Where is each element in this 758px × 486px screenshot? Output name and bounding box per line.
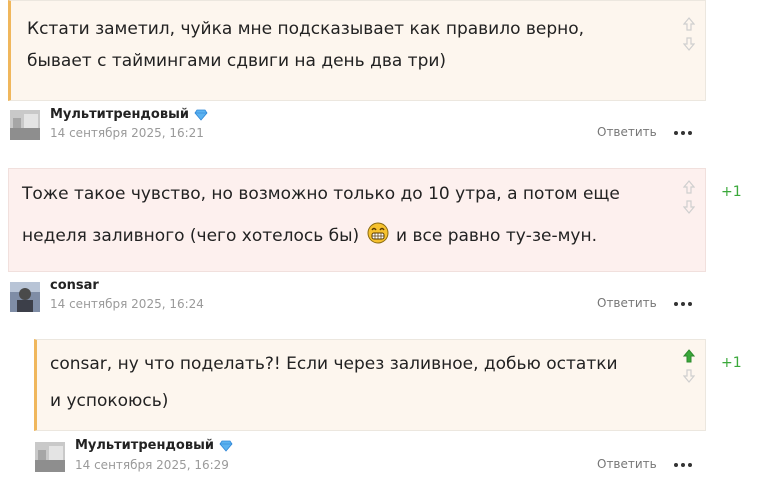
comment-text: consar, ну что поделать?! Если через зал…: [50, 348, 618, 417]
timestamp: 14 сентября 2025, 16:21: [50, 126, 204, 140]
upvote-arrow-icon[interactable]: [683, 349, 695, 363]
diamond-icon: [219, 440, 233, 452]
comment-text-line: Тоже такое чувство, но возможно только д…: [22, 184, 620, 204]
more-options-icon[interactable]: [674, 462, 692, 468]
comment-text-line: и успокоюсь): [50, 391, 169, 411]
upvote-arrow-icon[interactable]: [683, 17, 695, 31]
vote-controls: [681, 349, 697, 389]
comment-thread: Кстати заметил, чуйка мне подсказывает к…: [0, 0, 758, 486]
diamond-icon: [194, 109, 208, 121]
downvote-arrow-icon[interactable]: [683, 369, 695, 383]
avatar[interactable]: [10, 282, 40, 312]
comment-body: consar, ну что поделать?! Если через зал…: [34, 339, 706, 431]
score-badge: +1: [721, 355, 742, 371]
comment-text: Тоже такое чувство, но возможно только д…: [22, 178, 620, 252]
author-name[interactable]: consar: [50, 278, 99, 293]
comment-body: Кстати заметил, чуйка мне подсказывает к…: [8, 0, 706, 101]
timestamp: 14 сентября 2025, 16:24: [50, 297, 204, 311]
more-options-icon[interactable]: [674, 130, 692, 136]
grinning-smiley-icon: [367, 222, 389, 244]
comment-text-line: бывает с таймингами сдвиги на день два т…: [27, 51, 447, 71]
reply-link[interactable]: Ответить: [597, 457, 657, 471]
downvote-arrow-icon[interactable]: [683, 200, 695, 214]
author-name-text: consar: [50, 278, 99, 293]
comment-text-line: consar, ну что поделать?! Если через зал…: [50, 354, 618, 374]
avatar[interactable]: [35, 442, 65, 472]
comment-text-line: Кстати заметил, чуйка мне подсказывает к…: [27, 19, 585, 39]
comment-text: Кстати заметил, чуйка мне подсказывает к…: [27, 13, 584, 77]
timestamp: 14 сентября 2025, 16:29: [75, 458, 229, 472]
reply-link[interactable]: Ответить: [597, 296, 657, 310]
avatar[interactable]: [10, 110, 40, 140]
upvote-arrow-icon[interactable]: [683, 180, 695, 194]
comment-body: Тоже такое чувство, но возможно только д…: [8, 168, 706, 272]
author-name-text: Мультитрендовый: [75, 438, 214, 453]
score-badge: +1: [721, 184, 742, 200]
comment-text-fragment: и все равно ту-зе-мун.: [396, 226, 597, 246]
comment-text-line: неделя заливного (чего хотелось бы) и вс…: [22, 220, 620, 252]
author-name[interactable]: Мультитрендовый: [75, 438, 233, 453]
author-name-text: Мультитрендовый: [50, 107, 189, 122]
author-name[interactable]: Мультитрендовый: [50, 107, 208, 122]
reply-link[interactable]: Ответить: [597, 125, 657, 139]
vote-controls: [681, 17, 697, 57]
comment-text-fragment: неделя заливного (чего хотелось бы): [22, 226, 360, 246]
downvote-arrow-icon[interactable]: [683, 37, 695, 51]
more-options-icon[interactable]: [674, 301, 692, 307]
vote-controls: [681, 180, 697, 220]
